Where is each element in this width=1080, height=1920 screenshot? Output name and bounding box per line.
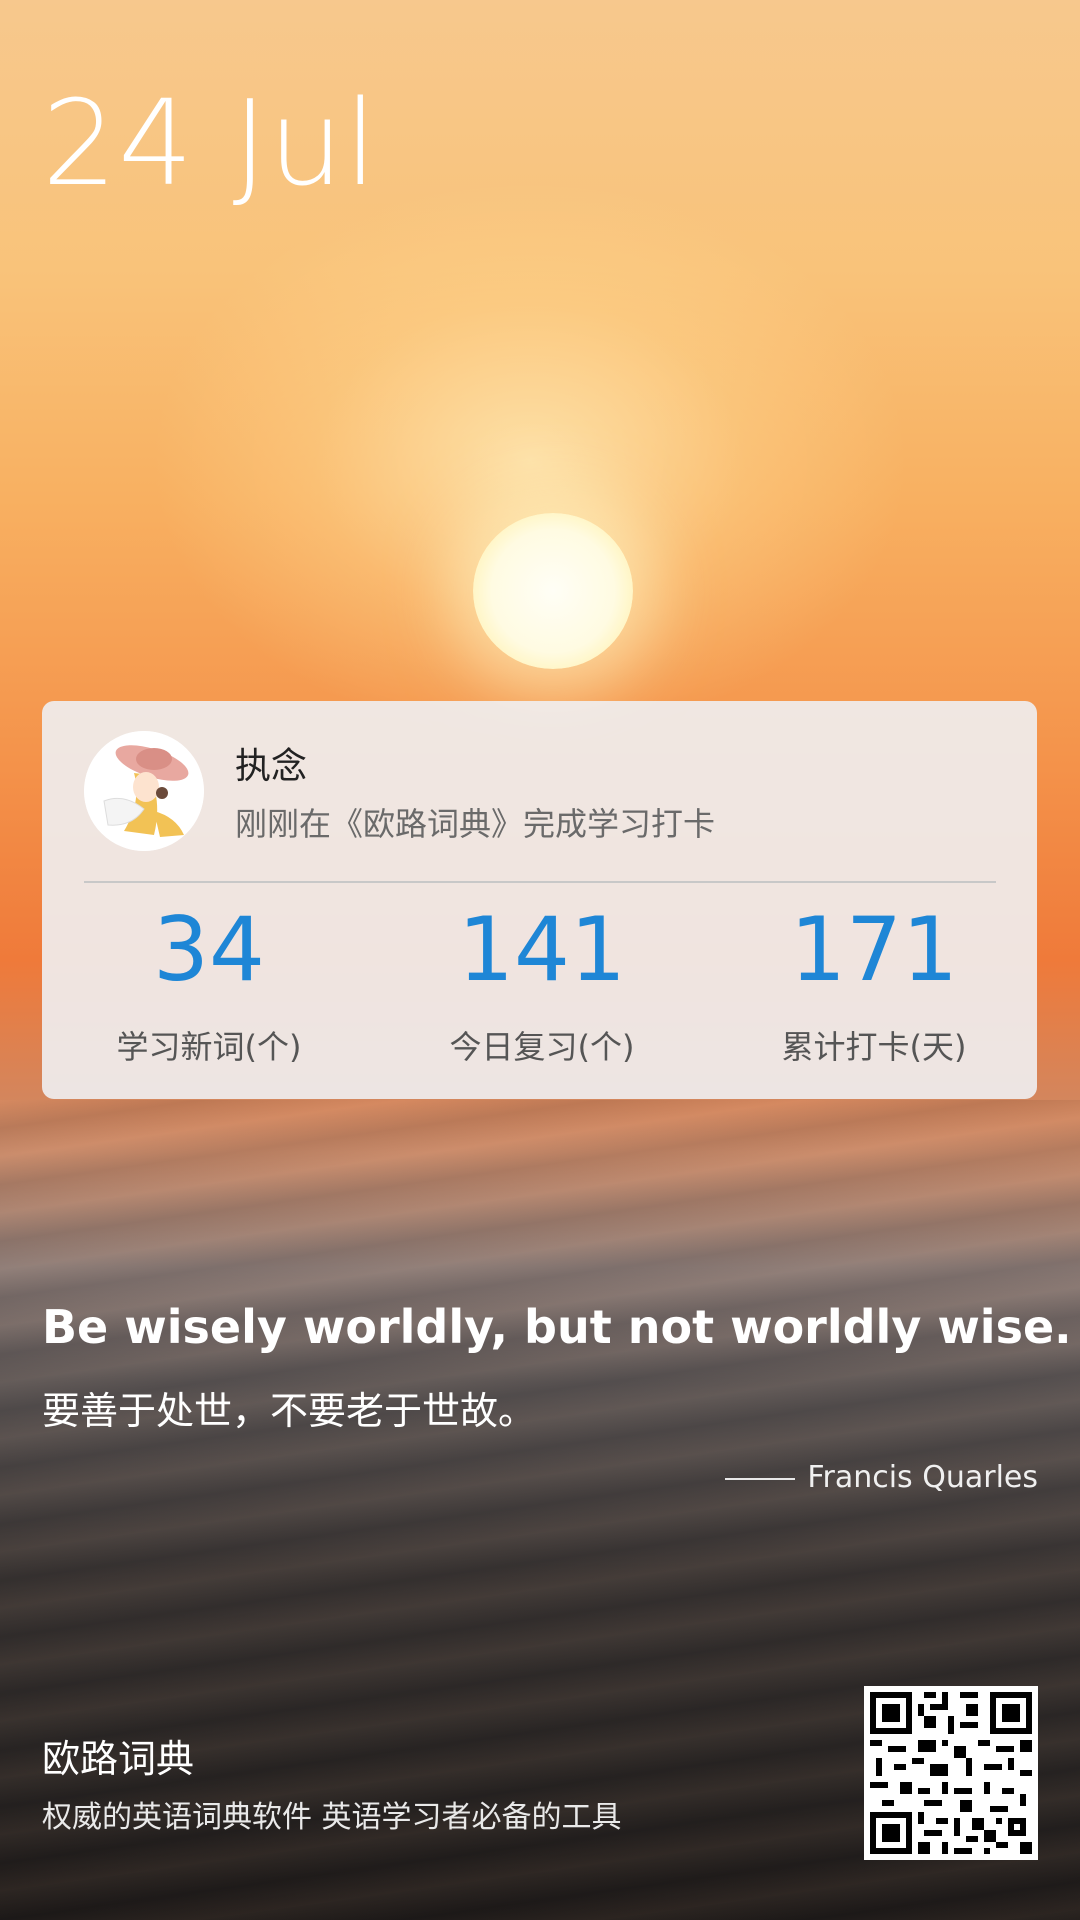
stat-value: 171 <box>790 898 958 1001</box>
avatar <box>84 731 204 851</box>
stat-label: 累计打卡(天) <box>781 1028 967 1066</box>
stat-value: 141 <box>458 898 626 1001</box>
avatar-icon <box>84 731 204 851</box>
date-label: 24 Jul <box>42 74 379 212</box>
checkin-subtitle: 刚刚在《欧路词典》完成学习打卡 <box>235 805 716 843</box>
brand-name: 欧路词典 <box>42 1737 195 1781</box>
stat-total-days: 171 累计打卡(天) <box>724 906 1024 1068</box>
stat-new-words: 34 学习新词(个) <box>59 906 359 1068</box>
qr-code[interactable] <box>864 1686 1038 1860</box>
quote-chinese: 要善于处世，不要老于世故。 <box>42 1389 537 1433</box>
card-divider <box>84 881 996 883</box>
quote-english: Be wisely worldly, but not worldly wise. <box>42 1300 1072 1354</box>
stat-label: 今日复习(个) <box>449 1028 635 1066</box>
stat-value: 34 <box>153 898 265 1001</box>
author-dash <box>725 1477 796 1480</box>
checkin-card: 执念 刚刚在《欧路词典》完成学习打卡 34 学习新词(个) 141 今日复习(个… <box>42 701 1037 1099</box>
username: 执念 <box>235 746 308 787</box>
qr-code-icon <box>864 1686 1038 1860</box>
author-name: Francis Quarles <box>807 1460 1038 1495</box>
stat-label: 学习新词(个) <box>116 1028 302 1066</box>
stat-review: 141 今日复习(个) <box>392 906 692 1068</box>
sun <box>473 513 633 669</box>
quote-author: Francis Quarles <box>725 1460 1038 1495</box>
brand-tagline: 权威的英语词典软件 英语学习者必备的工具 <box>42 1800 622 1835</box>
